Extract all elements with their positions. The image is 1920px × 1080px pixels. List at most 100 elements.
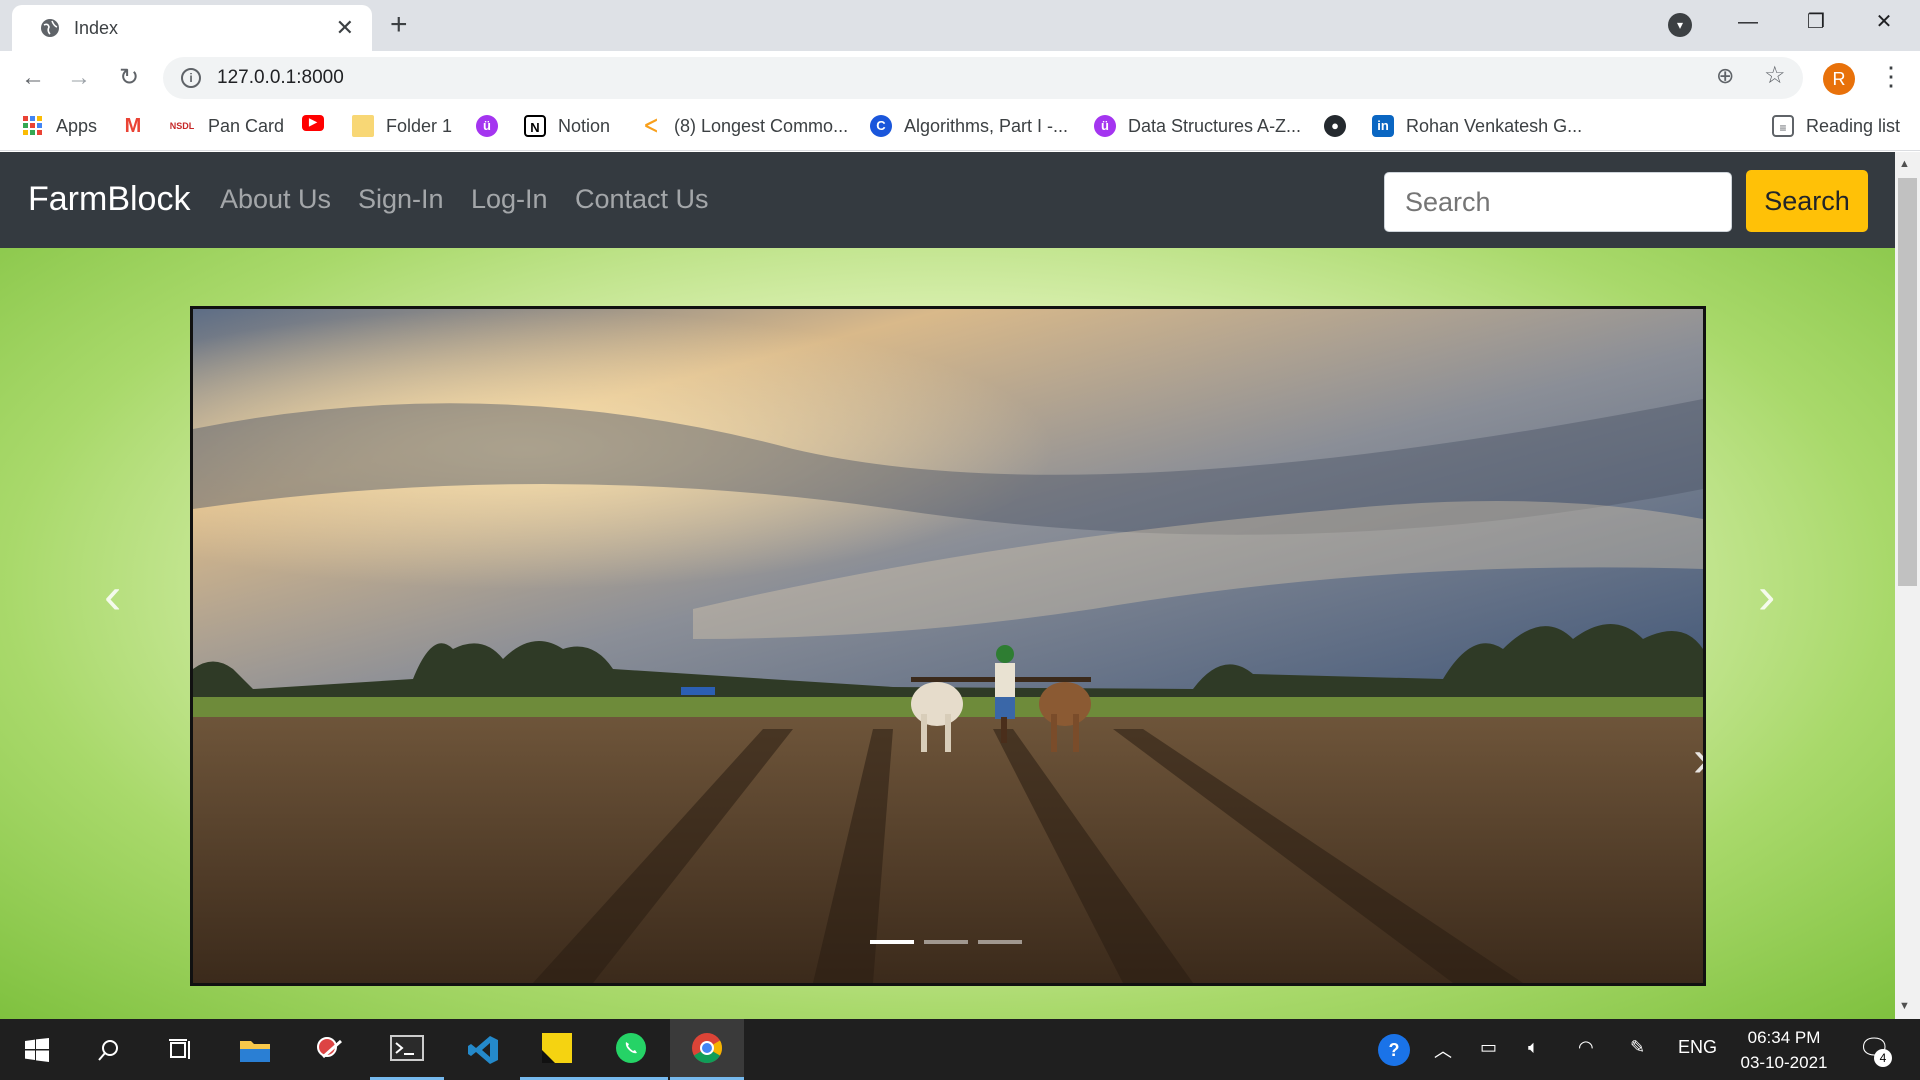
- carousel-indicator-3[interactable]: [978, 940, 1022, 944]
- folder-icon: [352, 115, 374, 137]
- leetcode-icon: ᐸ: [640, 115, 662, 137]
- bookmark-linkedin[interactable]: in Rohan Venkatesh G...: [1372, 115, 1582, 137]
- bookmark-leetcode[interactable]: ᐸ (8) Longest Commo...: [640, 115, 848, 137]
- wifi-icon[interactable]: ◠: [1578, 1037, 1594, 1058]
- search-button[interactable]: Search: [1746, 170, 1868, 232]
- nav-log-in[interactable]: Log-In: [471, 184, 548, 215]
- nav-sign-in[interactable]: Sign-In: [358, 184, 444, 215]
- browser-tab[interactable]: Index ✕: [12, 5, 372, 51]
- vscode-icon: [468, 1035, 498, 1064]
- url-text: 127.0.0.1:8000: [217, 67, 344, 88]
- volume-icon[interactable]: 🔈︎: [1528, 1037, 1539, 1058]
- pen-icon[interactable]: ✎: [1630, 1037, 1645, 1058]
- scroll-down-icon[interactable]: ▼: [1899, 1000, 1910, 1012]
- profile-avatar[interactable]: R: [1823, 63, 1855, 95]
- search-taskbar-button[interactable]: [72, 1019, 146, 1080]
- battery-icon[interactable]: ▭: [1480, 1037, 1497, 1058]
- snip-sketch-icon: [317, 1036, 342, 1058]
- system-clock[interactable]: 06:34 PM 03-10-2021: [1736, 1025, 1832, 1075]
- reading-list[interactable]: ≡ Reading list: [1772, 115, 1900, 137]
- language-indicator[interactable]: ENG: [1678, 1037, 1717, 1058]
- search-icon: [98, 1039, 118, 1061]
- window-controls: — ❐ ✕: [1714, 0, 1918, 44]
- bookmark-label: Apps: [56, 115, 98, 136]
- start-button[interactable]: [0, 1019, 74, 1080]
- notification-count-badge: 4: [1874, 1049, 1892, 1067]
- bookmark-gmail[interactable]: M: [122, 115, 156, 137]
- bookmark-youtube[interactable]: ▶: [302, 115, 336, 131]
- bookmark-star-icon[interactable]: ☆: [1764, 61, 1786, 90]
- file-explorer-icon: [240, 1040, 270, 1062]
- forward-icon[interactable]: →: [62, 61, 96, 95]
- bookmark-apps[interactable]: Apps: [22, 115, 97, 137]
- tab-strip: Index ✕ + ▾ — ❐ ✕: [0, 0, 1920, 51]
- terminal-button[interactable]: [370, 1019, 444, 1080]
- tab-search-icon[interactable]: ▾: [1668, 13, 1692, 37]
- site-info-icon[interactable]: i: [181, 68, 201, 88]
- notification-center-icon[interactable]: 🗨︎ 4: [1858, 1033, 1892, 1067]
- bookmark-github[interactable]: ●: [1324, 115, 1358, 137]
- address-bar[interactable]: i 127.0.0.1:8000: [163, 57, 1803, 99]
- nav-about-us[interactable]: About Us: [220, 184, 331, 215]
- file-explorer-button[interactable]: [218, 1019, 292, 1080]
- scroll-up-icon[interactable]: ▲: [1899, 158, 1910, 170]
- bookmark-pan-card[interactable]: NSDL Pan Card: [168, 115, 284, 137]
- carousel-next-control[interactable]: ›: [1758, 566, 1775, 626]
- notion-icon: N: [524, 115, 546, 137]
- search-input[interactable]: [1384, 172, 1732, 232]
- snip-app-button[interactable]: [294, 1019, 368, 1080]
- close-window-icon[interactable]: ✕: [1850, 0, 1918, 44]
- sticky-notes-icon: [542, 1033, 572, 1063]
- task-view-button[interactable]: [144, 1019, 218, 1080]
- bookmark-label: (8) Longest Commo...: [674, 115, 849, 136]
- show-hidden-icons-icon[interactable]: ︿: [1434, 1037, 1452, 1063]
- bookmark-coursera[interactable]: ü: [476, 115, 510, 137]
- youtube-icon: ▶: [302, 115, 324, 131]
- carousel-prev-control[interactable]: ‹: [104, 566, 121, 626]
- chrome-icon: [692, 1033, 723, 1064]
- nsdl-icon: NSDL: [168, 115, 196, 137]
- scrollbar-thumb[interactable]: [1898, 178, 1917, 586]
- coursera-icon: ü: [476, 115, 498, 137]
- globe-icon: [41, 19, 59, 37]
- reading-list-label: Reading list: [1806, 115, 1901, 136]
- chrome-button[interactable]: [670, 1019, 744, 1080]
- bookmark-label: Data Structures A-Z...: [1128, 115, 1302, 136]
- close-tab-icon[interactable]: ✕: [336, 15, 354, 41]
- tab-title: Index: [74, 17, 119, 38]
- bookmark-notion[interactable]: N Notion: [524, 115, 610, 137]
- reload-icon[interactable]: ↻: [112, 61, 146, 95]
- bookmarks-bar: Apps M NSDL Pan Card ▶ Folder 1 ü N Noti…: [0, 105, 1920, 151]
- udemy-icon: ü: [1094, 115, 1116, 137]
- bookmark-algorithms[interactable]: C Algorithms, Part I -...: [870, 115, 1068, 137]
- gmail-icon: M: [122, 115, 144, 137]
- nav-contact-us[interactable]: Contact Us: [575, 184, 709, 215]
- windows-taskbar: ? ︿ ▭ 🔈︎ ◠ ✎ ENG 06:34 PM 03-10-2021 🗨︎ …: [0, 1019, 1920, 1080]
- brand-logo[interactable]: FarmBlock: [28, 180, 190, 219]
- windows-logo-icon: [25, 1037, 49, 1062]
- whatsapp-icon: [616, 1033, 646, 1063]
- bookmark-label: Notion: [558, 115, 611, 136]
- new-tab-icon[interactable]: +: [390, 8, 408, 42]
- vscode-button[interactable]: [446, 1019, 520, 1080]
- carousel-indicator-2[interactable]: [924, 940, 968, 944]
- zoom-icon[interactable]: ⊕: [1716, 63, 1734, 89]
- menu-kebab-icon[interactable]: ⋮: [1878, 61, 1904, 92]
- whatsapp-button[interactable]: [594, 1019, 668, 1080]
- bookmark-label: Folder 1: [386, 115, 453, 136]
- carousel-indicator-1[interactable]: [870, 940, 914, 944]
- terminal-icon: [390, 1035, 424, 1061]
- apps-grid-icon: [23, 116, 42, 135]
- coursera-c-icon: C: [870, 115, 892, 137]
- bookmark-folder-1[interactable]: Folder 1: [352, 115, 452, 137]
- bookmark-label: Algorithms, Part I -...: [904, 115, 1069, 136]
- help-icon[interactable]: ?: [1378, 1034, 1410, 1066]
- carousel-next-icon[interactable]: ›: [1693, 729, 1703, 789]
- sticky-notes-button[interactable]: [520, 1019, 594, 1080]
- bookmark-data-structures[interactable]: ü Data Structures A-Z...: [1094, 115, 1301, 137]
- minimize-icon[interactable]: —: [1714, 0, 1782, 44]
- clock-date: 03-10-2021: [1740, 1053, 1828, 1072]
- site-navbar: FarmBlock About Us Sign-In Log-In Contac…: [0, 152, 1895, 248]
- back-icon[interactable]: ←: [16, 61, 50, 95]
- restore-icon[interactable]: ❐: [1782, 0, 1850, 44]
